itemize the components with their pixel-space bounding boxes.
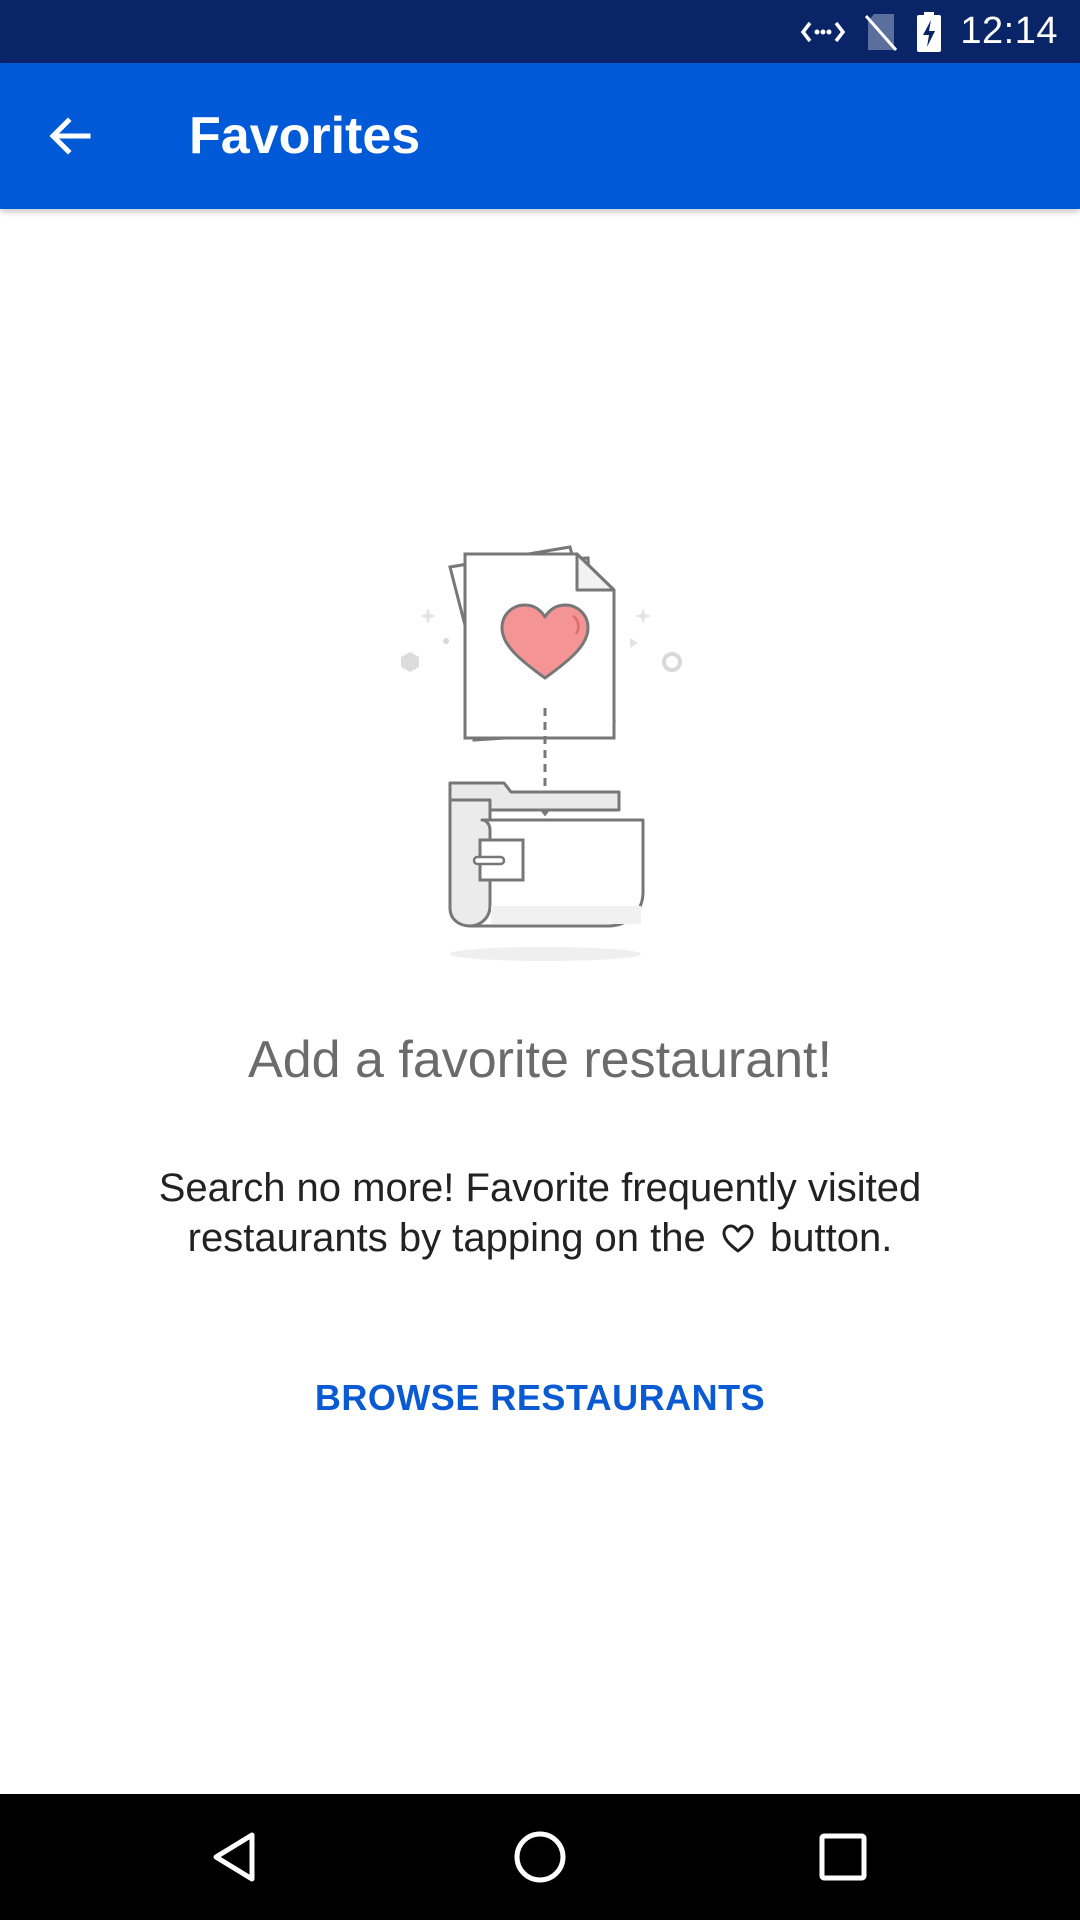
- page-title: Favorites: [189, 107, 421, 165]
- description-line-1: Search no more! Favorite frequently visi…: [158, 1166, 922, 1210]
- no-sim-icon: [865, 13, 898, 51]
- nav-recents-button[interactable]: [803, 1817, 883, 1897]
- description-line-2-end: button.: [770, 1216, 893, 1260]
- arrow-back-icon: [49, 117, 91, 155]
- system-nav-bar: [0, 1794, 1080, 1920]
- app-bar: Favorites: [0, 63, 1080, 209]
- battery-charging-icon: [917, 11, 942, 52]
- empty-state-title: Add a favorite restaurant!: [248, 1031, 832, 1089]
- back-button[interactable]: [30, 96, 110, 176]
- home-circle-icon: [514, 1831, 566, 1883]
- status-icons: 12:14: [800, 0, 1058, 63]
- recents-square-icon: [819, 1833, 867, 1881]
- status-time: 12:14: [960, 10, 1058, 52]
- status-bar: 12:14: [0, 0, 1080, 63]
- nav-home-button[interactable]: [500, 1817, 580, 1897]
- browse-restaurants-button[interactable]: BROWSE RESTAURANTS: [290, 1360, 790, 1435]
- empty-state-description: Search no more! Favorite frequently visi…: [100, 1163, 980, 1267]
- description-line-2-start: restaurants by tapping on the: [187, 1216, 706, 1260]
- data-arrows-icon: [801, 21, 846, 42]
- back-triangle-icon: [213, 1832, 255, 1882]
- description-line-2: restaurants by tapping on the button.: [100, 1213, 980, 1267]
- nav-back-button[interactable]: [195, 1817, 275, 1897]
- heart-outline-icon: [721, 1217, 755, 1267]
- heart-document-into-folder-illustration: [390, 530, 690, 970]
